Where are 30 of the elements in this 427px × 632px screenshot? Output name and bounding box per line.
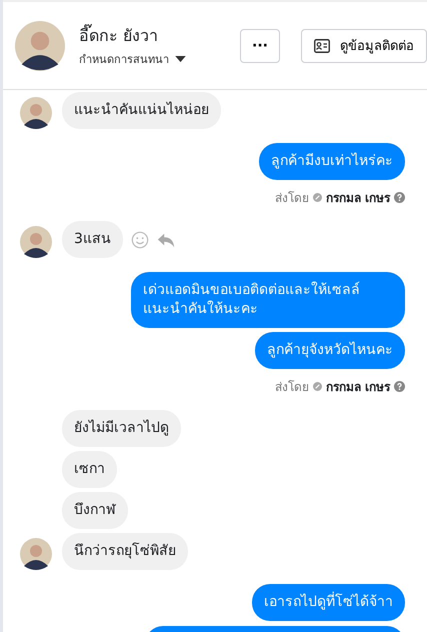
sender-name: กรกมล เกษร <box>326 379 390 396</box>
smiley-icon[interactable] <box>130 231 149 249</box>
message-bubble: เซกา <box>62 451 117 488</box>
sent-by-label: ส่งโดย <box>274 190 309 207</box>
conversation-settings-dropdown[interactable]: กำหนดการสนทนา <box>79 50 186 68</box>
contact-name: อี๊ดกะ ยังวา <box>79 23 160 47</box>
avatar <box>15 20 65 70</box>
status-icon <box>312 382 322 391</box>
status-icon <box>312 193 322 202</box>
message-bubble: เอารถไปดูที่โซ่ได้จ้าา <box>252 584 405 621</box>
avatar <box>20 97 52 129</box>
more-button[interactable]: ··· <box>240 28 280 62</box>
message-bubble: แนะนำคันแน่นไหน่อย <box>62 92 221 129</box>
message-bubble: ลูกค้ามีงบเท่าไหร่คะ <box>259 143 405 180</box>
caret-icon <box>175 56 186 62</box>
sender-name: กรกมล เกษร <box>326 190 390 207</box>
avatar <box>20 538 52 570</box>
message-bubble: ยังไม่มีเวลาไปดู <box>62 410 181 447</box>
view-contact-button[interactable]: ดูข้อมูลติดต่อ <box>301 28 427 62</box>
sent-by-label: ส่งโดย <box>274 379 309 396</box>
message-bubble: ลูกค้ายุจังหวัดไหนคะ <box>255 332 405 369</box>
help-icon[interactable] <box>394 192 405 203</box>
contact-card-icon <box>314 38 330 52</box>
message-bubble: เด่วแอดมินขอเบอติดต่อและให้เซลล์แนะนำคันให้นะคะ <box>131 272 405 328</box>
message-bubble: บึงกาฬ <box>62 492 128 529</box>
reply-icon[interactable] <box>156 231 175 249</box>
message-bubble: 3แสน <box>62 221 123 258</box>
message-bubble: นึกว่ารถยุโซ่พิสัย <box>62 533 188 570</box>
help-icon[interactable] <box>394 381 405 392</box>
avatar <box>20 226 52 258</box>
